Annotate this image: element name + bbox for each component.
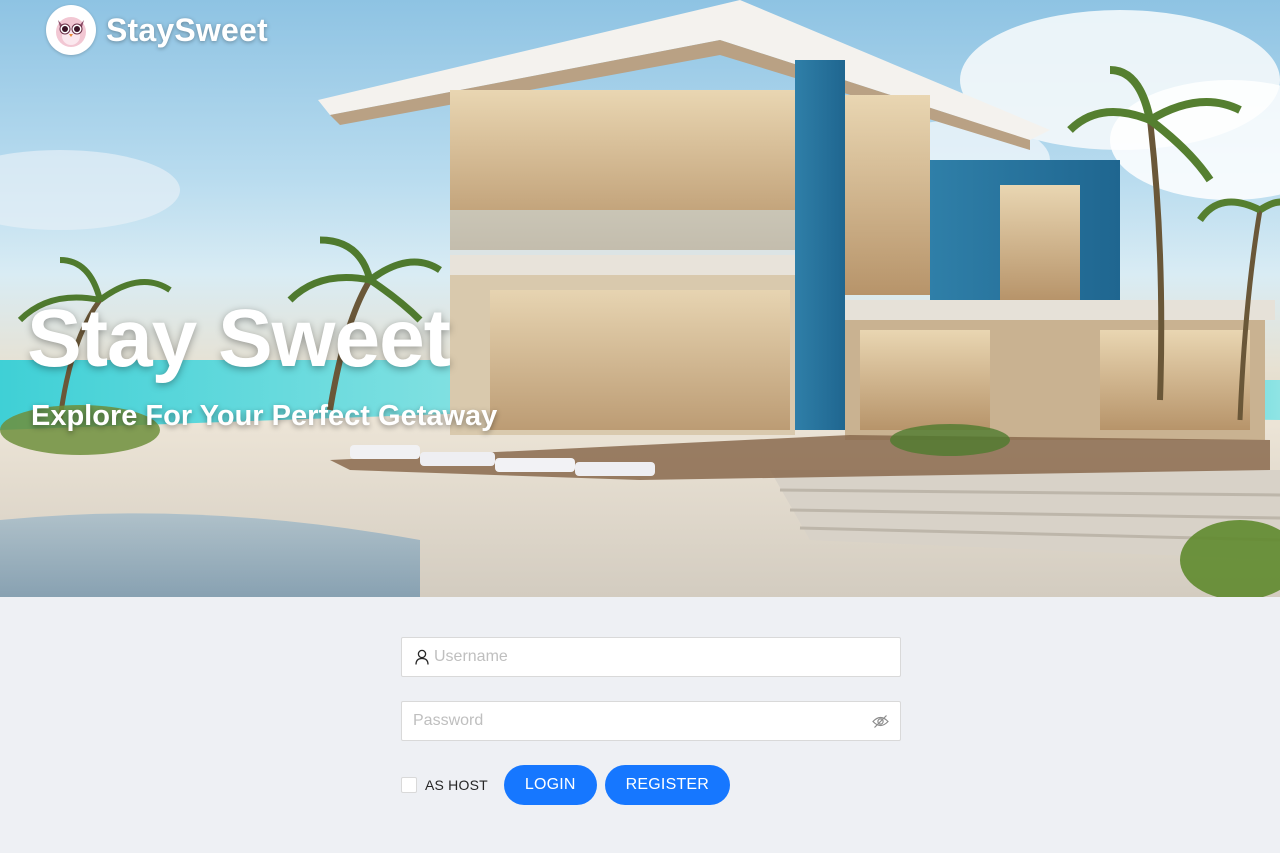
- password-field: [401, 701, 901, 741]
- eye-invisible-icon[interactable]: [871, 712, 889, 730]
- register-button[interactable]: REGISTER: [604, 765, 731, 805]
- hero-title: Stay Sweet: [27, 293, 451, 384]
- form-actions: AS HOST LOGIN REGISTER: [401, 765, 901, 805]
- brand-name: StaySweet: [106, 11, 268, 48]
- hero-banner: StaySweet Stay Sweet Explore For Your Pe…: [0, 0, 1280, 597]
- password-input[interactable]: [402, 702, 871, 740]
- as-host-label: AS HOST: [425, 777, 488, 793]
- as-host-checkbox[interactable]: AS HOST: [401, 777, 488, 793]
- hero-subtitle: Explore For Your Perfect Getaway: [31, 400, 498, 432]
- username-input[interactable]: [434, 638, 900, 676]
- checkbox-box[interactable]: [401, 777, 417, 793]
- brand[interactable]: StaySweet: [46, 5, 268, 55]
- owl-logo-icon: [46, 5, 96, 55]
- login-form: AS HOST LOGIN REGISTER: [401, 637, 901, 805]
- username-field: [401, 637, 901, 677]
- login-button[interactable]: LOGIN: [503, 765, 597, 805]
- user-icon: [415, 649, 429, 665]
